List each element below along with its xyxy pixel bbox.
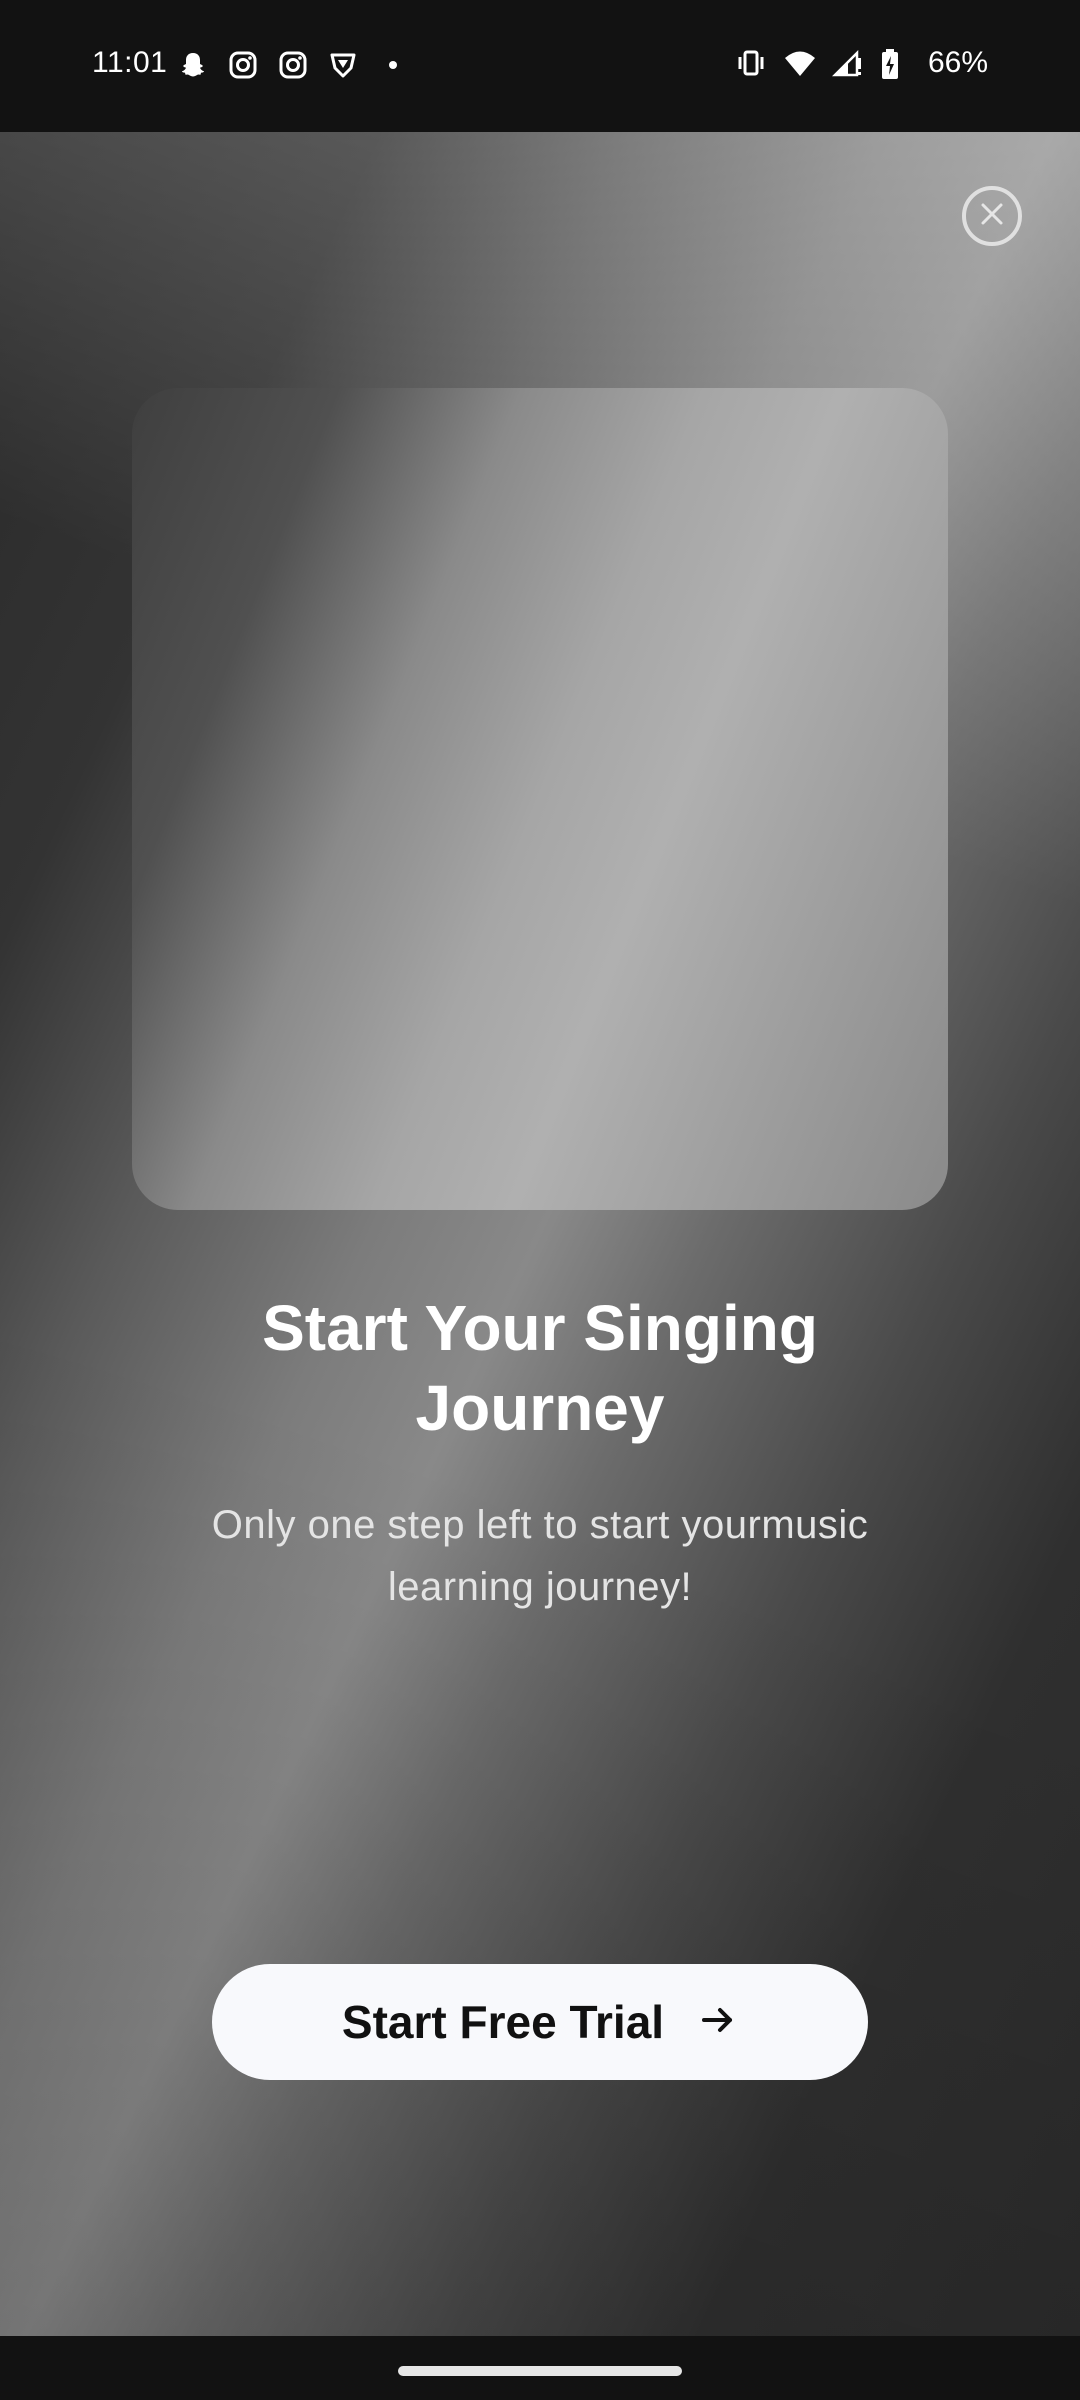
instagram-icon: [278, 50, 308, 80]
status-bar: 11:01 66%: [0, 0, 1080, 132]
vibrate-icon: [736, 48, 766, 78]
vpn-shield-icon: [328, 50, 358, 80]
arrow-right-icon: [698, 2000, 738, 2045]
page-subtitle: Only one step left to start yourmusic le…: [211, 1503, 869, 1609]
wifi-icon: [784, 48, 815, 78]
instagram-icon: [228, 50, 258, 80]
promo-image-placeholder: [132, 388, 948, 1210]
close-icon: [977, 199, 1007, 234]
home-indicator[interactable]: [398, 2366, 682, 2376]
dot-icon: [378, 50, 408, 80]
battery-charging-icon: [880, 48, 910, 79]
start-free-trial-button[interactable]: Start Free Trial: [212, 1964, 868, 2080]
system-status: 66%: [736, 46, 988, 80]
battery-percent: 66%: [927, 46, 988, 79]
snapchat-icon: [178, 50, 208, 80]
app-screen: 11:01 66% Start Your Singing Journey Onl…: [0, 0, 1080, 2400]
navigation-bar: [0, 2336, 1080, 2400]
page-title: Start Your Singing Journey: [262, 1292, 818, 1444]
cellular-signal-icon: [831, 48, 862, 78]
notification-icons: [178, 50, 408, 80]
close-button[interactable]: [962, 186, 1022, 246]
status-time: 11:01: [92, 46, 168, 79]
cta-label: Start Free Trial: [341, 1996, 665, 2048]
